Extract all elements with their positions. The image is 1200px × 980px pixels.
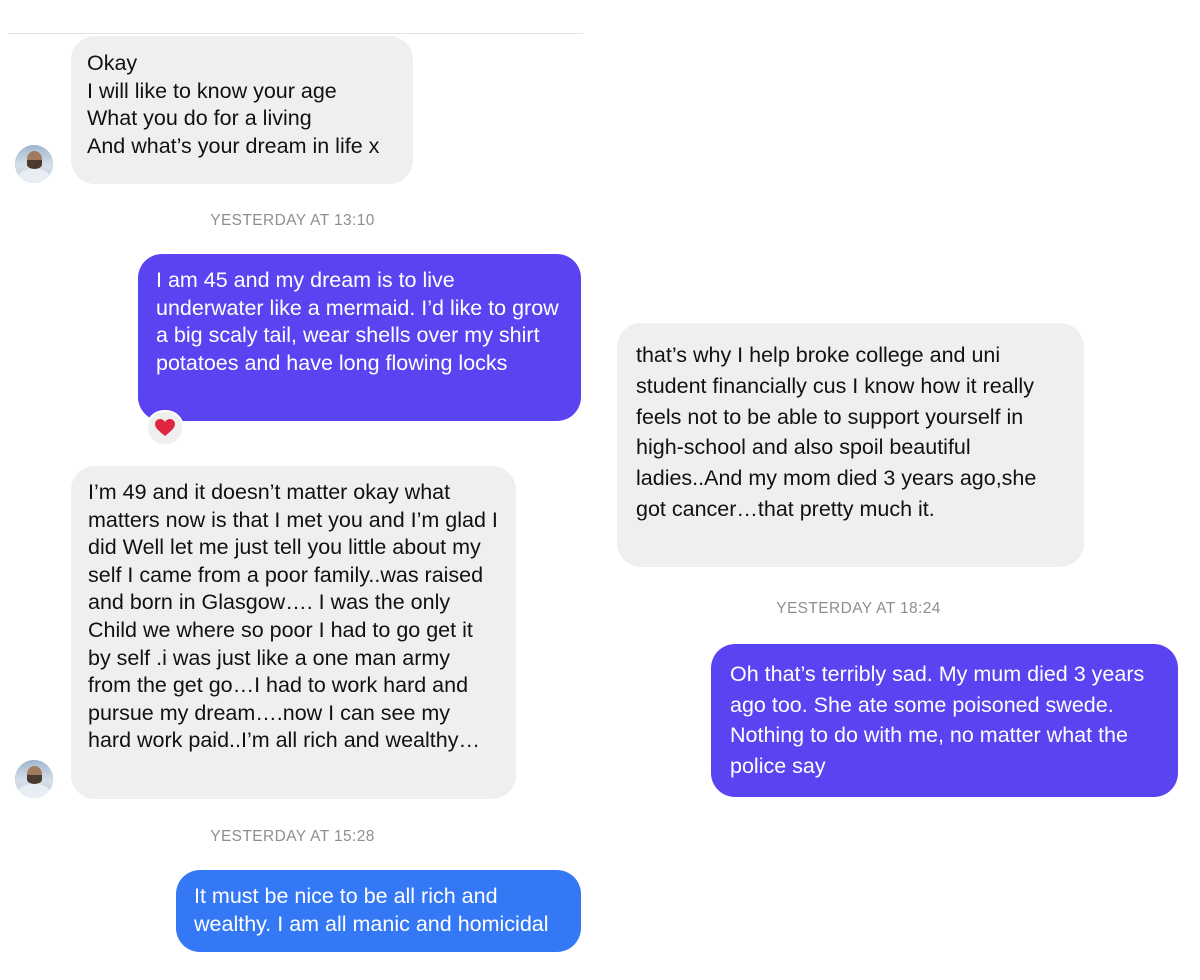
contact-avatar[interactable] <box>15 760 53 798</box>
contact-avatar[interactable] <box>15 145 53 183</box>
message-timestamp: YESTERDAY AT 18:24 <box>776 600 941 617</box>
received-message-bubble[interactable]: that’s why I help broke college and uni … <box>617 323 1084 567</box>
received-message-bubble[interactable]: Okay I will like to know your age What y… <box>71 36 413 184</box>
heart-icon <box>155 419 175 436</box>
sent-message-bubble[interactable]: It must be nice to be all rich and wealt… <box>176 870 581 952</box>
reaction-badge[interactable] <box>146 410 184 446</box>
received-message-bubble[interactable]: I’m 49 and it doesn’t matter okay what m… <box>71 466 516 799</box>
top-divider <box>8 33 583 34</box>
sent-message-bubble[interactable]: Oh that’s terribly sad. My mum died 3 ye… <box>711 644 1178 797</box>
sent-message-bubble[interactable]: I am 45 and my dream is to live underwat… <box>138 254 581 421</box>
message-timestamp: YESTERDAY AT 13:10 <box>210 212 375 229</box>
message-timestamp: YESTERDAY AT 15:28 <box>210 828 375 845</box>
